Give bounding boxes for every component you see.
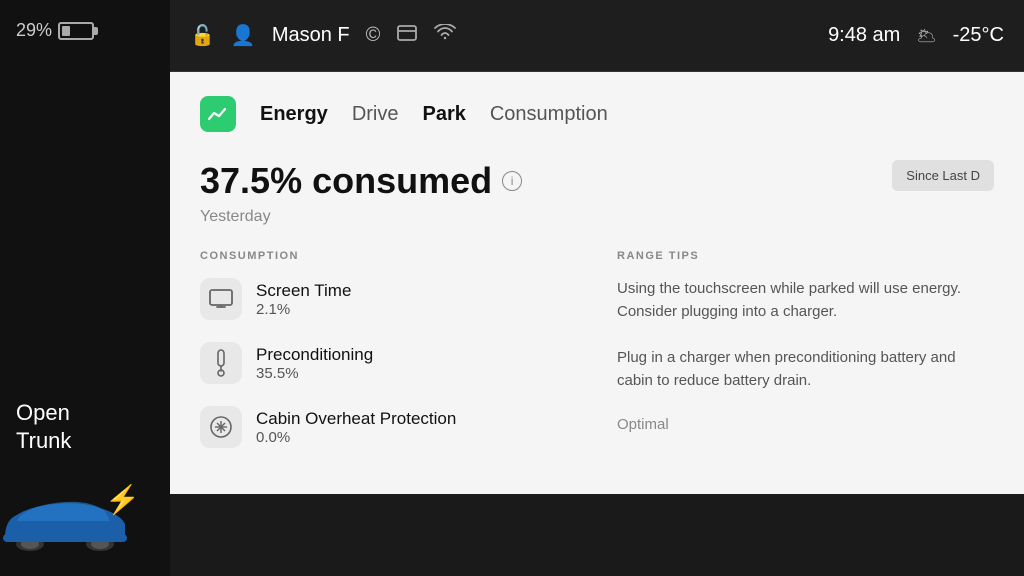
temperature: -25°C [953, 24, 1004, 47]
energy-header: 37.5% consumed i [200, 160, 994, 202]
energy-percent: 37.5% consumed [200, 160, 492, 202]
energy-tab-icon [200, 96, 236, 132]
user-name: Mason F [272, 24, 350, 47]
weather-icon: 🌥 [916, 26, 936, 46]
range-tip-2: Plug in a charger when preconditioning b… [617, 347, 994, 392]
cabin-icon [200, 406, 242, 448]
battery-percent: 29% [16, 20, 52, 41]
range-tip-1: Using the touchscreen while parked will … [617, 278, 994, 323]
preconditioning-item: Preconditioning 35.5% [200, 342, 577, 384]
nav-tabs: Energy Drive Park Consumption [200, 96, 994, 132]
cabin-value: 0.0% [256, 429, 456, 446]
tab-consumption[interactable]: Consumption [490, 103, 608, 126]
energy-period: Yesterday [200, 208, 994, 226]
preconditioning-icon [200, 342, 242, 384]
battery-fill [62, 26, 70, 36]
preconditioning-value: 35.5% [256, 365, 373, 382]
cabin-item: Cabin Overheat Protection 0.0% [200, 406, 577, 448]
screen-time-icon [200, 278, 242, 320]
screen-time-item: Screen Time 2.1% [200, 278, 577, 320]
screen-time-title: Screen Time [256, 281, 351, 301]
tab-park[interactable]: Park [422, 103, 465, 126]
two-column-layout: CONSUMPTION Screen Time 2.1% [200, 250, 994, 470]
sidebar: 29% OpenTrunk ⚡ [0, 0, 170, 576]
status-time: 9:48 am [828, 24, 900, 47]
status-bar: 🔓 👤 Mason F © 9:48 am 🌥 -25°C [170, 0, 1024, 72]
battery-status: 29% [16, 20, 94, 41]
open-trunk-label: OpenTrunk [16, 400, 71, 454]
screen-time-info: Screen Time 2.1% [256, 281, 351, 318]
wifi-icon [434, 24, 456, 48]
cabin-info: Cabin Overheat Protection 0.0% [256, 409, 456, 446]
tab-energy[interactable]: Energy [260, 103, 328, 126]
battery-icon [58, 22, 94, 40]
lock-icon: 🔓 [190, 23, 215, 48]
preconditioning-info: Preconditioning 35.5% [256, 345, 373, 382]
preconditioning-title: Preconditioning [256, 345, 373, 365]
range-tip-3-optimal: Optimal [617, 416, 994, 433]
range-tips-label: RANGE TIPS [617, 250, 994, 262]
cabin-title: Cabin Overheat Protection [256, 409, 456, 429]
tab-drive[interactable]: Drive [352, 103, 399, 126]
circle-icon: © [366, 24, 381, 47]
consumption-label: CONSUMPTION [200, 250, 577, 262]
card-icon [396, 22, 418, 50]
info-icon[interactable]: i [502, 171, 522, 191]
since-last-button[interactable]: Since Last D [892, 160, 994, 191]
open-trunk-button[interactable]: OpenTrunk [16, 399, 71, 456]
lightning-icon: ⚡ [105, 483, 140, 516]
main-content: Energy Drive Park Consumption 37.5% cons… [170, 72, 1024, 494]
range-tips-column: RANGE TIPS Using the touchscreen while p… [617, 250, 994, 470]
consumption-column: CONSUMPTION Screen Time 2.1% [200, 250, 577, 470]
screen-time-value: 2.1% [256, 301, 351, 318]
person-icon: 👤 [231, 23, 256, 48]
